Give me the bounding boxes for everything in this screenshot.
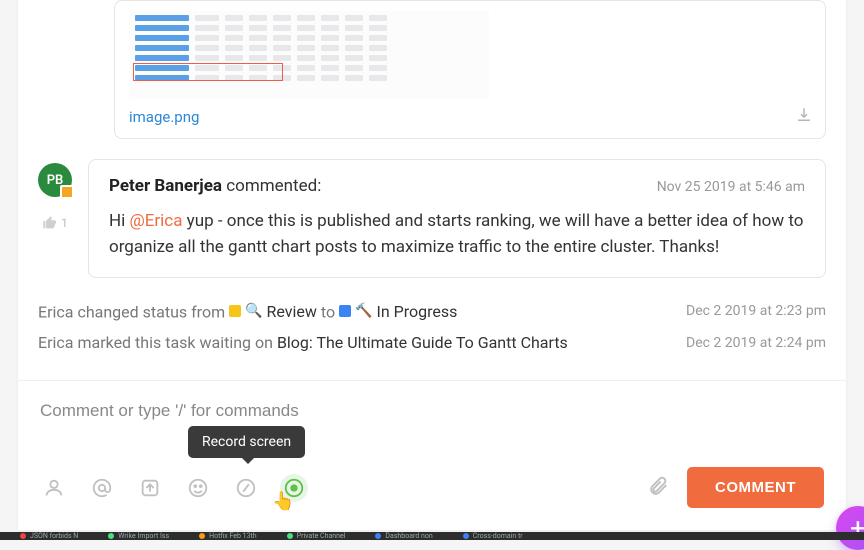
like-count: 1 (61, 216, 68, 230)
taskbar-item[interactable]: Dashboard non (375, 532, 432, 540)
cursor-pointer: 👆 (272, 491, 294, 512)
activity-prefix: Erica changed status from (38, 302, 229, 321)
task-detail-panel: image.png PB 1 Peter Banerjea commented: (18, 0, 846, 530)
status-to: 🔨In Progress (339, 302, 457, 321)
activity-status-change: Erica changed status from 🔍Review to 🔨In… (38, 296, 826, 328)
activity-prefix: Erica marked this task waiting on (38, 333, 277, 352)
comment-body: Hi @Erica yup - once this is published a… (109, 208, 805, 261)
avatar[interactable]: PB (38, 163, 72, 197)
like-button[interactable]: 1 (42, 215, 68, 231)
comment-author: Peter Banerjea (109, 176, 222, 196)
attach-icon[interactable] (647, 475, 669, 501)
attachment-thumbnail[interactable] (129, 11, 489, 99)
taskbar-item[interactable]: JSON forbids N (20, 532, 78, 540)
activity-time: Dec 2 2019 at 2:23 pm (686, 303, 826, 319)
comment-verb: commented: (226, 176, 321, 196)
os-taskbar: JSON forbids N Wrike Import Iss Hotfix F… (0, 532, 864, 540)
activity-time: Dec 2 2019 at 2:24 pm (686, 335, 826, 351)
taskbar-item[interactable]: Private Channel (287, 532, 346, 540)
comment-row: PB 1 Peter Banerjea commented: Nov 25 20… (38, 159, 826, 278)
download-icon[interactable] (795, 106, 813, 128)
mention-icon[interactable] (88, 474, 116, 502)
slash-command-icon[interactable] (232, 474, 260, 502)
comment-submit-button[interactable]: COMMENT (687, 467, 824, 508)
attachment-filename[interactable]: image.png (129, 108, 199, 126)
taskbar-item[interactable]: Cross-domain tr (463, 532, 523, 540)
assignee-icon[interactable] (40, 474, 68, 502)
comment-text-rest: yup - once this is published and starts … (109, 211, 803, 257)
mention[interactable]: @Erica (129, 211, 182, 231)
emoji-icon[interactable] (184, 474, 212, 502)
taskbar-item[interactable]: Hotfix Feb 13th (199, 532, 257, 540)
taskbar-item[interactable]: Wrike Import Iss (108, 532, 169, 540)
attachment-card[interactable]: image.png (114, 0, 826, 139)
comment-input[interactable] (40, 395, 824, 445)
comment-timestamp: Nov 25 2019 at 5:46 am (657, 179, 805, 195)
task-icon[interactable] (136, 474, 164, 502)
activity-waiting-on: Erica marked this task waiting on Blog: … (38, 327, 826, 358)
comment-card: Peter Banerjea commented: Nov 25 2019 at… (88, 159, 826, 278)
comment-author-line: Peter Banerjea commented: (109, 176, 321, 196)
comment-composer: Record screen COMMENT 👆 (18, 380, 846, 522)
tooltip-record-screen: Record screen (188, 426, 305, 458)
linked-task[interactable]: Blog: The Ultimate Guide To Gantt Charts (277, 333, 568, 352)
status-from: 🔍Review (229, 302, 317, 321)
comment-text: Hi (109, 211, 129, 231)
activity-stream: image.png PB 1 Peter Banerjea commented: (18, 0, 846, 358)
